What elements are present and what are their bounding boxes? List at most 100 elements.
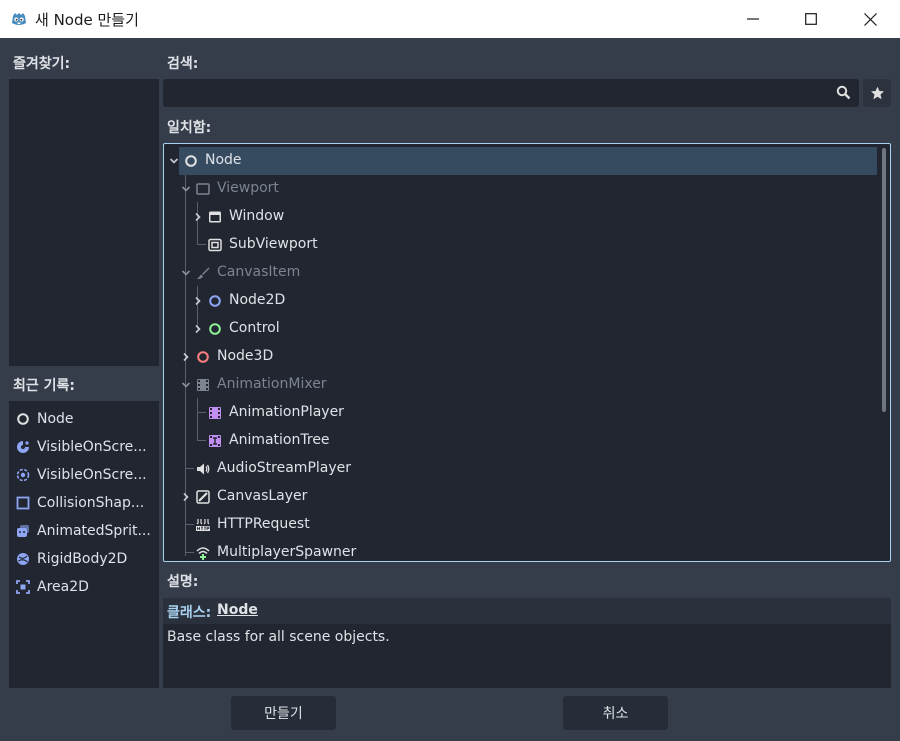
tree-row-multiplayer-spawner[interactable]: MultiplayerSpawner [164,539,876,561]
favorites-list[interactable] [9,79,159,366]
title-bar: 새 Node 만들기 [0,0,900,38]
recent-item-animated-sprite[interactable]: AnimatedSprit... [9,517,159,545]
animated-sprite-icon [17,525,29,537]
tree-row-label: Viewport [217,180,279,196]
close-button[interactable] [841,0,899,38]
tree-row-node2d[interactable]: Node2D [164,287,876,315]
area-2d-icon [16,580,30,594]
recent-item-label: RigidBody2D [37,551,128,567]
tree-row-label: SubViewport [229,236,318,252]
recent-item-rigid-body-2d[interactable]: RigidBody2D [9,545,159,573]
maximize-button[interactable] [782,0,840,38]
tree-row-label: AnimationMixer [217,376,327,392]
tree-row-label: AudioStreamPlayer [217,460,352,476]
http-request-icon [196,519,210,531]
tree-row-label: Node2D [229,292,286,308]
node-circle-icon [185,155,197,167]
chevron-down-icon[interactable] [169,156,179,166]
minimize-icon [747,18,759,20]
chevron-right-icon[interactable] [193,296,203,306]
tree-row-animation-mixer[interactable]: AnimationMixer [164,371,876,399]
tree-row-label: Node [205,152,242,168]
tree-row-node[interactable]: Node [169,147,877,175]
tree-row-label: AnimationPlayer [229,404,344,420]
star-icon [870,86,884,99]
favorites-label: 즐겨찾기: [13,56,71,72]
tree-row-canvas-layer[interactable]: CanvasLayer [164,483,876,511]
tree-row-subviewport[interactable]: SubViewport [164,231,876,259]
node2d-circle-icon [209,295,221,307]
search-icon [836,85,851,100]
description-body: Base class for all scene objects. [163,624,891,688]
search-input[interactable] [163,79,859,107]
collision-shape-icon [16,496,30,510]
tree-row-label: HTTPRequest [217,516,310,532]
class-name-link[interactable]: Node [217,602,258,618]
node-circle-icon [17,413,29,425]
subviewport-icon [208,238,222,252]
chevron-down-icon[interactable] [181,268,191,278]
animation-tree-icon [209,435,221,447]
window-icon [209,211,221,223]
node3d-circle-icon [197,351,209,363]
tree-row-label: AnimationTree [229,432,330,448]
recent-item-visible-on-screen-3d[interactable]: VisibleOnScre... [9,461,159,489]
tree-row-animation-tree[interactable]: AnimationTree [164,427,876,455]
create-button[interactable]: 만들기 [231,696,336,730]
tree-row-animation-player[interactable]: AnimationPlayer [164,399,876,427]
recent-item-collision-shape[interactable]: CollisionShap... [9,489,159,517]
recent-item-visible-on-screen-2d[interactable]: VisibleOnScre... [9,433,159,461]
canvas-item-brush-icon [197,267,210,280]
description-text: Base class for all scene objects. [167,629,390,645]
tree-row-label: CanvasItem [217,264,301,280]
visible-on-screen-2d-icon [17,441,29,453]
minimize-button[interactable] [724,0,782,38]
tree-row-audio-stream-player[interactable]: AudioStreamPlayer [164,455,876,483]
tree-row-label: Window [229,208,285,224]
matches-label: 일치함: [167,120,212,136]
viewport-icon [196,183,210,195]
cancel-button[interactable]: 취소 [563,696,668,730]
animation-mixer-icon [197,379,209,391]
tree-row-label: CanvasLayer [217,488,308,504]
recent-label: 최근 기록: [13,378,75,394]
tree-row-http-request[interactable]: HTTPRequest [164,511,876,539]
description-label: 설명: [167,574,199,590]
speaker-icon [197,463,210,475]
close-icon [863,12,877,26]
canvas-layer-icon [196,490,210,504]
node-type-tree[interactable]: Node Viewport Window SubViewport CanvasI… [163,143,891,562]
chevron-right-icon[interactable] [193,212,203,222]
multiplayer-spawner-icon [196,547,210,560]
godot-logo-icon [12,13,26,25]
description-header: 클래스: Node [163,598,891,624]
control-circle-icon [209,323,221,335]
recent-item-label: CollisionShap... [37,495,145,511]
tree-row-window[interactable]: Window [164,203,876,231]
recent-item-label: VisibleOnScre... [37,439,147,455]
rigid-body-icon [17,553,29,565]
recent-list[interactable]: Node VisibleOnScre... VisibleOnScre... C… [9,401,159,688]
animation-player-icon [209,407,221,419]
window-title: 새 Node 만들기 [35,11,139,29]
tree-row-canvas-item[interactable]: CanvasItem [164,259,876,287]
tree-row-control[interactable]: Control [164,315,876,343]
recent-item-area-2d[interactable]: Area2D [9,573,159,601]
tree-row-label: Node3D [217,348,274,364]
recent-item-label: AnimatedSprit... [37,523,151,539]
favorite-star-button[interactable] [863,79,891,107]
maximize-icon [805,13,817,25]
recent-item-label: Area2D [37,579,89,595]
tree-row-label: MultiplayerSpawner [217,544,357,560]
chevron-right-icon[interactable] [193,324,203,334]
tree-row-viewport[interactable]: Viewport [164,175,876,203]
chevron-right-icon[interactable] [181,352,191,362]
recent-item-label: VisibleOnScre... [37,467,147,483]
recent-item-node[interactable]: Node [9,405,159,433]
search-label: 검색: [167,56,199,72]
chevron-down-icon[interactable] [181,380,191,390]
tree-row-node3d[interactable]: Node3D [164,343,876,371]
chevron-right-icon[interactable] [181,492,191,502]
tree-scrollbar[interactable] [882,148,886,412]
chevron-down-icon[interactable] [181,184,191,194]
